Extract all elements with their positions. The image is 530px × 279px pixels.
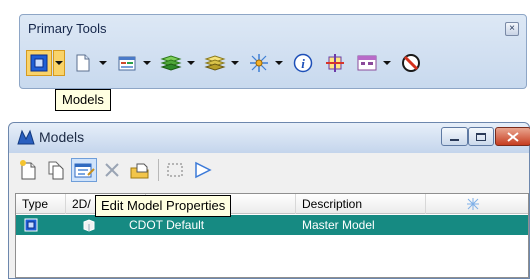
primary-tools-close-button[interactable]: × — [505, 22, 519, 36]
chevron-down-icon — [231, 61, 239, 65]
edit-model-properties-icon — [74, 163, 95, 178]
new-file-button[interactable] — [70, 50, 96, 76]
minimize-icon — [450, 138, 459, 141]
edit-model-properties-button[interactable] — [71, 158, 97, 182]
copy-model-button[interactable] — [43, 158, 69, 182]
column-type[interactable]: Type — [16, 194, 66, 214]
import-model-button[interactable] — [127, 158, 153, 182]
chevron-down-icon — [143, 61, 151, 65]
layers-dropdown[interactable] — [229, 50, 241, 76]
select-region-icon — [167, 163, 183, 177]
snap-dropdown[interactable] — [273, 50, 285, 76]
close-button[interactable] — [495, 127, 530, 146]
column-active[interactable] — [426, 194, 526, 214]
close-icon — [507, 131, 519, 142]
models-icon — [30, 54, 48, 72]
levels-icon — [160, 55, 182, 71]
delete-model-button[interactable] — [99, 158, 125, 182]
create-view-button[interactable] — [190, 158, 216, 182]
new-file-icon — [76, 54, 90, 72]
primary-tools-row: i — [26, 48, 522, 78]
chevron-down-icon — [55, 61, 63, 65]
column-description[interactable]: Description — [296, 194, 426, 214]
edit-model-properties-tooltip: Edit Model Properties — [95, 195, 232, 217]
info-button[interactable]: i — [290, 50, 316, 76]
model-description: Master Model — [302, 218, 375, 232]
chevron-down-icon — [187, 61, 195, 65]
microstation-logo-icon — [17, 129, 35, 148]
no-entry-button[interactable] — [398, 50, 424, 76]
snap-icon — [250, 54, 268, 72]
maximize-button[interactable] — [468, 127, 494, 146]
copy-model-icon — [48, 161, 64, 180]
models-tooltip: Models — [55, 89, 111, 111]
levels-button[interactable] — [158, 50, 184, 76]
accudraw-button[interactable] — [322, 50, 348, 76]
create-view-icon — [195, 161, 212, 179]
create-model-button[interactable] — [15, 158, 41, 182]
info-icon: i — [293, 53, 313, 73]
snap-button[interactable] — [246, 50, 272, 76]
select-region-button[interactable] — [162, 158, 188, 182]
model-type-icon — [24, 218, 38, 232]
models-toolbar — [15, 157, 218, 183]
models-window-title: Models — [39, 129, 85, 145]
create-model-icon — [20, 160, 36, 180]
layers-icon — [204, 55, 226, 71]
maximize-icon — [476, 132, 486, 141]
tool-settings-icon — [357, 55, 377, 71]
chevron-down-icon — [275, 61, 283, 65]
primary-tools-title: Primary Tools — [28, 21, 107, 36]
layers-button[interactable] — [202, 50, 228, 76]
table-row[interactable]: CDOT Default Master Model — [16, 215, 528, 235]
accudraw-icon — [326, 54, 344, 72]
element-info-button[interactable] — [114, 50, 140, 76]
no-entry-icon — [402, 54, 420, 72]
snap-column-icon — [467, 198, 479, 210]
delete-model-icon — [105, 163, 119, 177]
element-info-dropdown[interactable] — [141, 50, 153, 76]
import-model-icon — [130, 163, 149, 179]
chevron-down-icon — [99, 61, 107, 65]
models-window: Models Type 2D/ Description CDOT Default… — [8, 122, 530, 279]
models-list-header: Type 2D/ Description — [16, 194, 528, 214]
model-3d-icon — [82, 218, 96, 232]
model-name: CDOT Default — [129, 218, 205, 232]
models-dropdown[interactable] — [53, 50, 65, 76]
toolbar-separator — [158, 159, 159, 181]
primary-tools-toolbar: Primary Tools × i — [19, 14, 527, 89]
new-file-dropdown[interactable] — [97, 50, 109, 76]
element-info-icon — [118, 56, 136, 71]
tool-settings-dropdown[interactable] — [381, 50, 393, 76]
levels-dropdown[interactable] — [185, 50, 197, 76]
minimize-button[interactable] — [441, 127, 468, 146]
models-titlebar[interactable]: Models — [9, 123, 530, 153]
models-button[interactable] — [26, 50, 52, 76]
svg-text:i: i — [301, 56, 305, 71]
tool-settings-button[interactable] — [354, 50, 380, 76]
models-list: Type 2D/ Description CDOT Default Master… — [15, 193, 529, 278]
chevron-down-icon — [383, 61, 391, 65]
